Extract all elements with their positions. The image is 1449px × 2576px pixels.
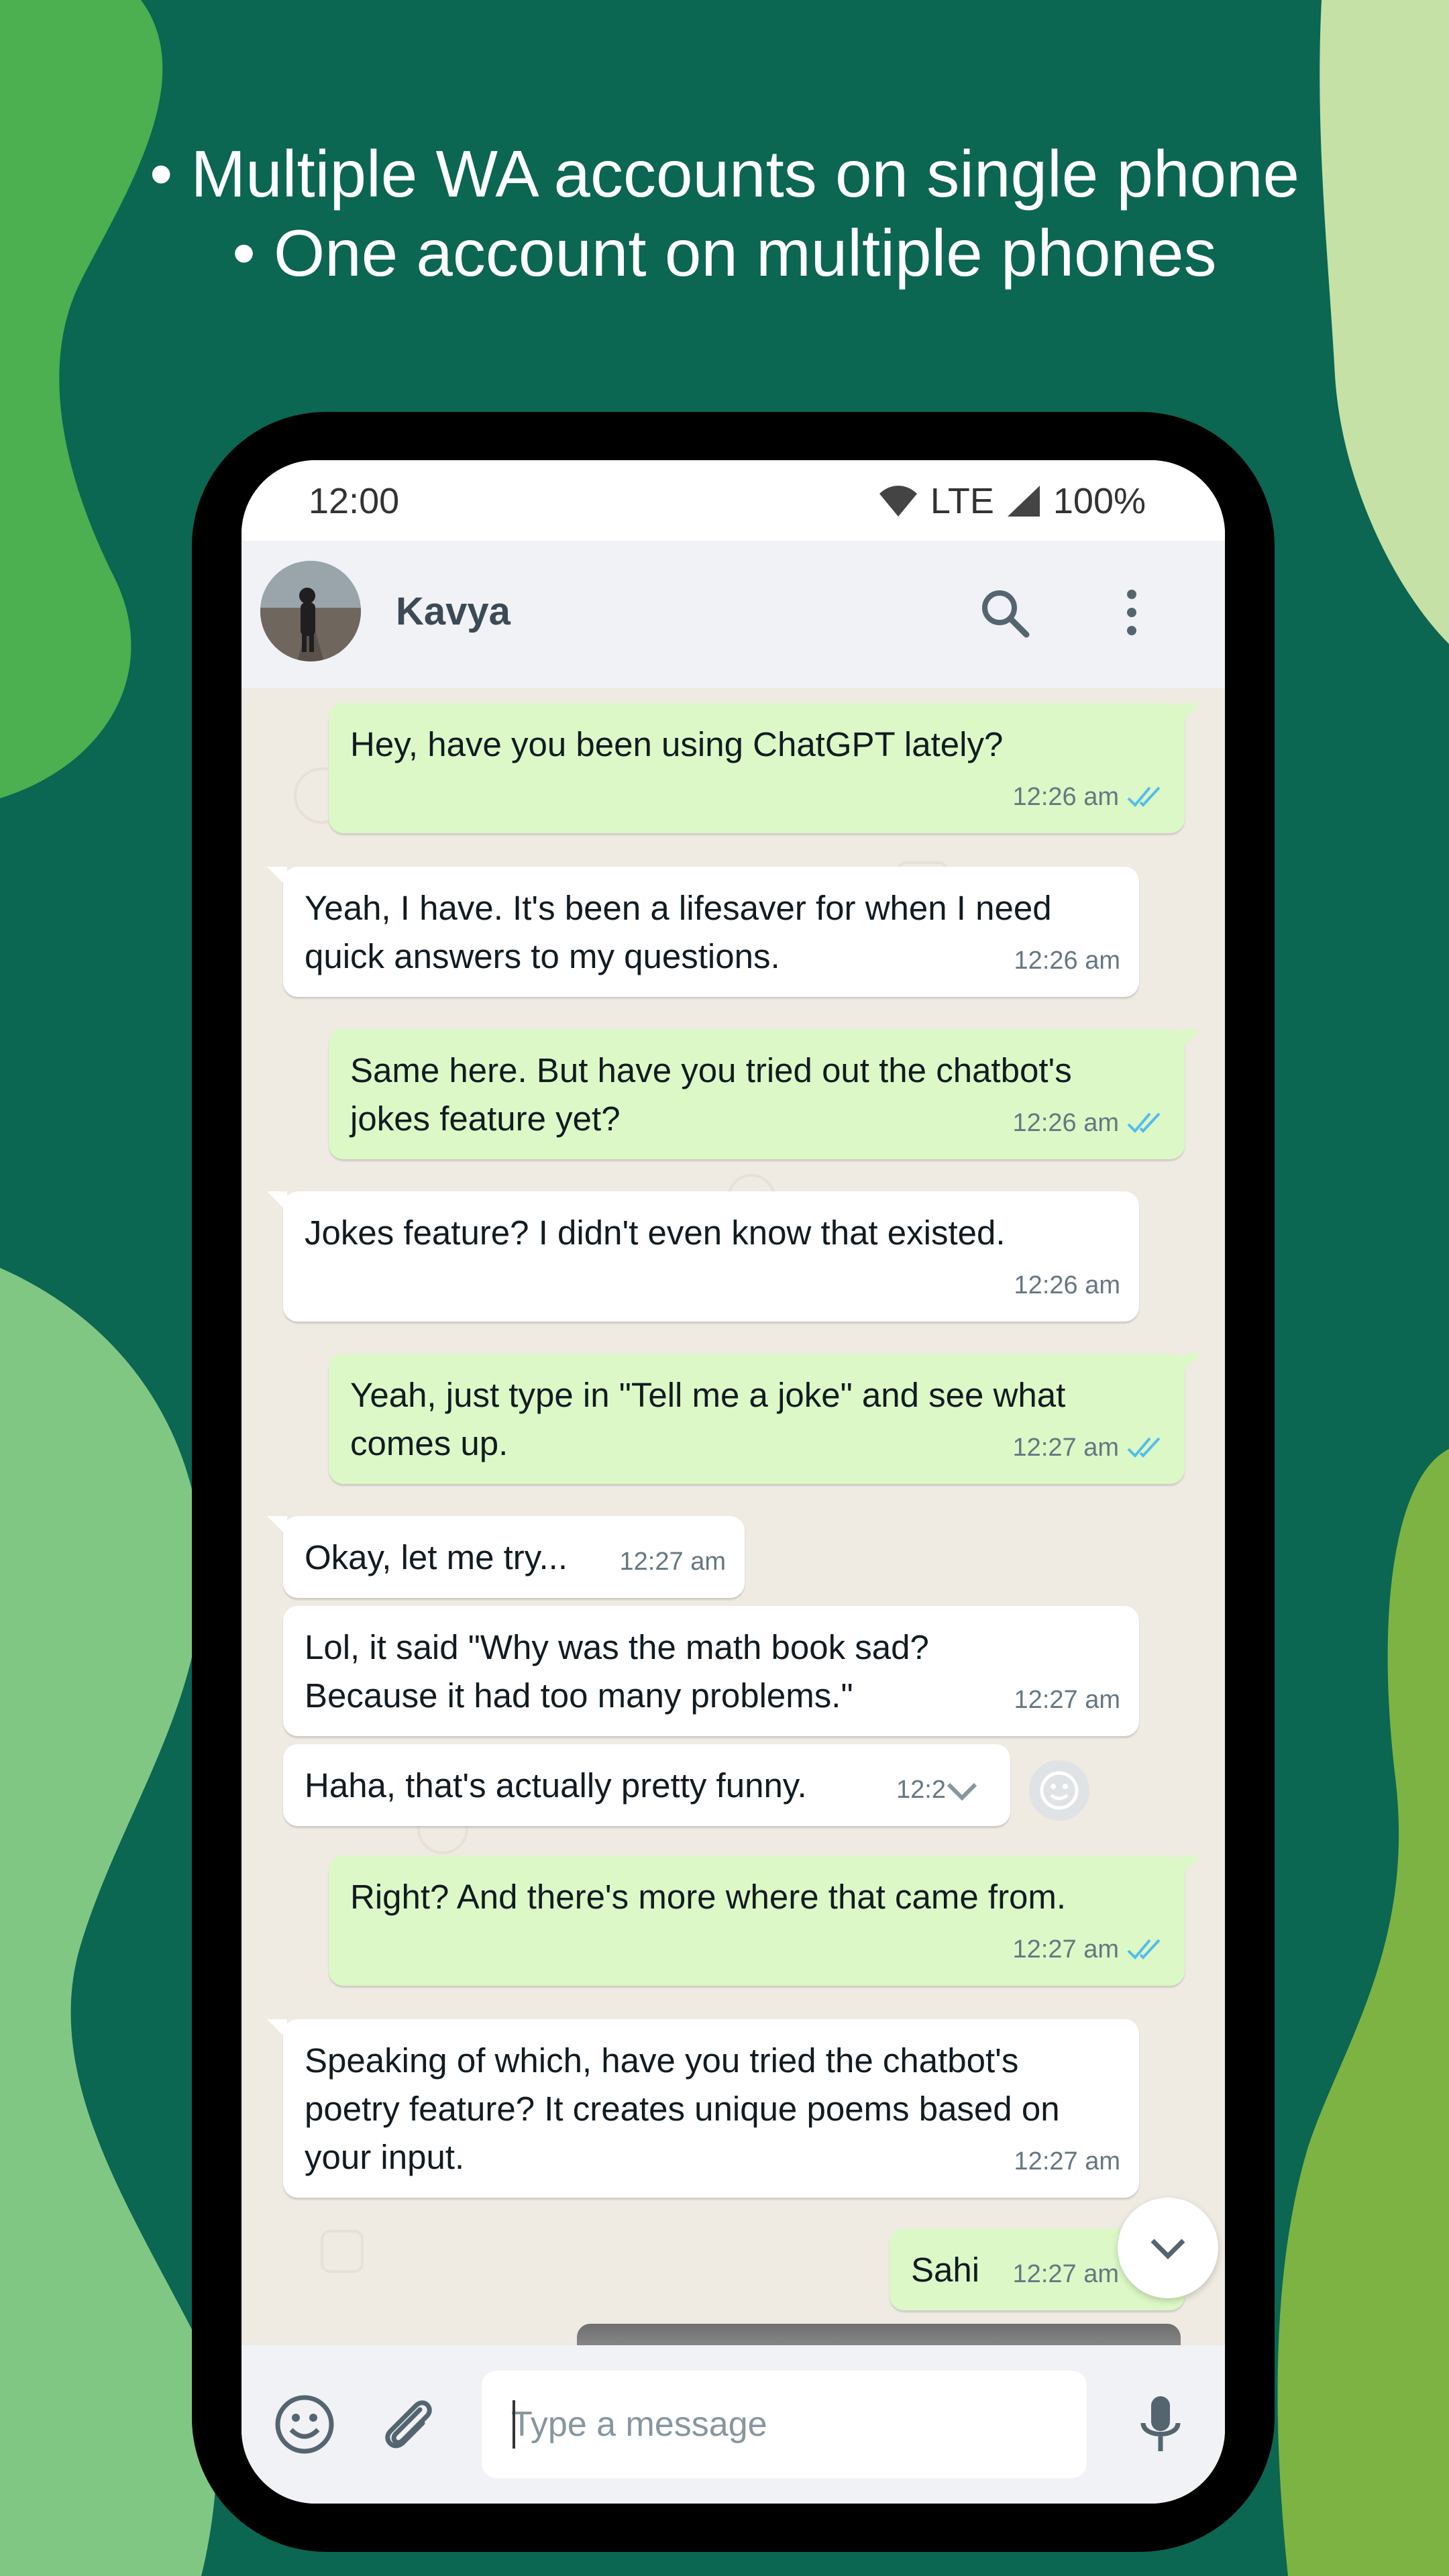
battery-level: 100% (1053, 481, 1146, 521)
message-composer (241, 2345, 1225, 2504)
status-bar: 12:00 LTE 100% (241, 460, 1225, 541)
chevron-down-icon[interactable] (941, 1770, 983, 1813)
bubble-tail (1181, 703, 1201, 723)
scroll-to-bottom-button[interactable] (1118, 2198, 1218, 2298)
message-outgoing[interactable]: Hey, have you been using ChatGPT lately?… (329, 703, 1201, 833)
avatar-photo (260, 561, 361, 661)
message-text: Yeah, I have. It's been a lifesaver for … (305, 889, 1052, 975)
search-icon[interactable] (974, 582, 1034, 643)
bubble-tail (1181, 1029, 1201, 1049)
message-meta: 12:26 am (1014, 1261, 1120, 1309)
message-time: 12:26 am (1014, 1271, 1120, 1299)
message-text: Lol, it said "Why was the math book sad?… (305, 1628, 929, 1715)
message-meta: 12:27 am (1014, 2137, 1120, 2186)
emoji-icon (1040, 1771, 1079, 1810)
avatar[interactable] (260, 561, 361, 661)
emoji-icon[interactable] (271, 2391, 338, 2458)
message-text: Hey, have you been using ChatGPT lately? (350, 725, 1004, 763)
image-message-preview[interactable] (577, 2324, 1181, 2345)
message-time: 12:27 am (1012, 1935, 1119, 1964)
message-meta: 12:27 am (620, 1538, 726, 1586)
bubble-tail (1181, 1354, 1201, 1374)
message-meta: 12:2 (896, 1766, 946, 1814)
mic-icon[interactable] (1127, 2391, 1194, 2458)
status-time: 12:00 (309, 481, 400, 521)
double-check-icon (1127, 786, 1161, 807)
more-vertical-icon[interactable] (1102, 582, 1162, 643)
double-check-icon (1127, 1112, 1161, 1133)
message-time: 12:27 am (1014, 1686, 1120, 1714)
double-check-icon (1127, 1939, 1161, 1960)
message-time: 12:2 (896, 1776, 946, 1804)
message-text: Haha, that's actually pretty funny. (305, 1766, 807, 1805)
message-outgoing[interactable]: Right? And there's more where that came … (329, 1856, 1201, 1986)
wifi-icon (879, 486, 917, 517)
message-incoming[interactable]: Jokes feature? I didn't even know that e… (267, 1191, 1139, 1322)
message-time: 12:27 am (1012, 1434, 1119, 1462)
message-meta: 12:26 am (1013, 773, 1166, 821)
paperclip-icon[interactable] (373, 2391, 440, 2458)
text-caret (513, 2400, 515, 2449)
phone-screen: 12:00 LTE 100% Kavya Hey, have you been … (241, 460, 1225, 2504)
message-input[interactable] (482, 2371, 1087, 2478)
chevron-down-icon (1150, 2239, 1185, 2259)
message-time: 12:26 am (1014, 947, 1120, 975)
bubble-tail (267, 2019, 287, 2039)
message-time: 12:27 am (619, 1548, 726, 1576)
message-outgoing[interactable]: Same here. But have you tried out the ch… (329, 1029, 1201, 1159)
message-incoming[interactable]: Yeah, I have. It's been a lifesaver for … (267, 867, 1139, 997)
message-incoming[interactable]: Haha, that's actually pretty funny. 12:2 (283, 1744, 1010, 1826)
bubble-tail (1181, 1856, 1201, 1876)
message-time: 12:26 am (1012, 1109, 1119, 1137)
promo-line-2: • One account on multiple phones (232, 216, 1217, 290)
message-meta: 12:27 am (1014, 1676, 1120, 1724)
message-meta: 12:27 am (1013, 1424, 1166, 1472)
message-incoming[interactable]: Okay, let me try... 12:27 am (267, 1516, 745, 1598)
message-time: 12:26 am (1012, 783, 1119, 811)
message-time: 12:27 am (1014, 2147, 1120, 2176)
status-indicators: LTE 100% (878, 480, 1146, 522)
chat-area[interactable]: Hey, have you been using ChatGPT lately?… (241, 688, 1225, 2345)
message-incoming[interactable]: Speaking of which, have you tried the ch… (267, 2019, 1139, 2198)
message-time: 12:27 am (1012, 2260, 1119, 2288)
react-button[interactable] (1029, 1760, 1089, 1821)
message-text: Right? And there's more where that came … (350, 1878, 1067, 1916)
message-meta: 12:26 am (1014, 936, 1120, 985)
network-type: LTE (930, 481, 994, 521)
message-outgoing[interactable]: Yeah, just type in "Tell me a joke" and … (329, 1354, 1201, 1484)
chat-header: Kavya (241, 541, 1225, 688)
promo-line-1: • Multiple WA accounts on single phone (150, 137, 1299, 211)
bubble-tail (267, 867, 287, 887)
bubble-tail (267, 1191, 287, 1212)
promo-headline: • Multiple WA accounts on single phone •… (0, 134, 1449, 292)
bubble-tail (267, 1516, 287, 1536)
message-meta: 12:26 am (1013, 1099, 1166, 1147)
message-text: Speaking of which, have you tried the ch… (305, 2041, 1060, 2176)
message-meta: 12:27 am (1013, 1925, 1166, 1974)
message-incoming[interactable]: Lol, it said "Why was the math book sad?… (283, 1606, 1139, 1736)
message-text: Jokes feature? I didn't even know that e… (305, 1214, 1006, 1252)
double-check-icon (1127, 1437, 1161, 1458)
contact-name[interactable]: Kavya (396, 589, 511, 634)
cell-signal-icon (1007, 486, 1040, 517)
